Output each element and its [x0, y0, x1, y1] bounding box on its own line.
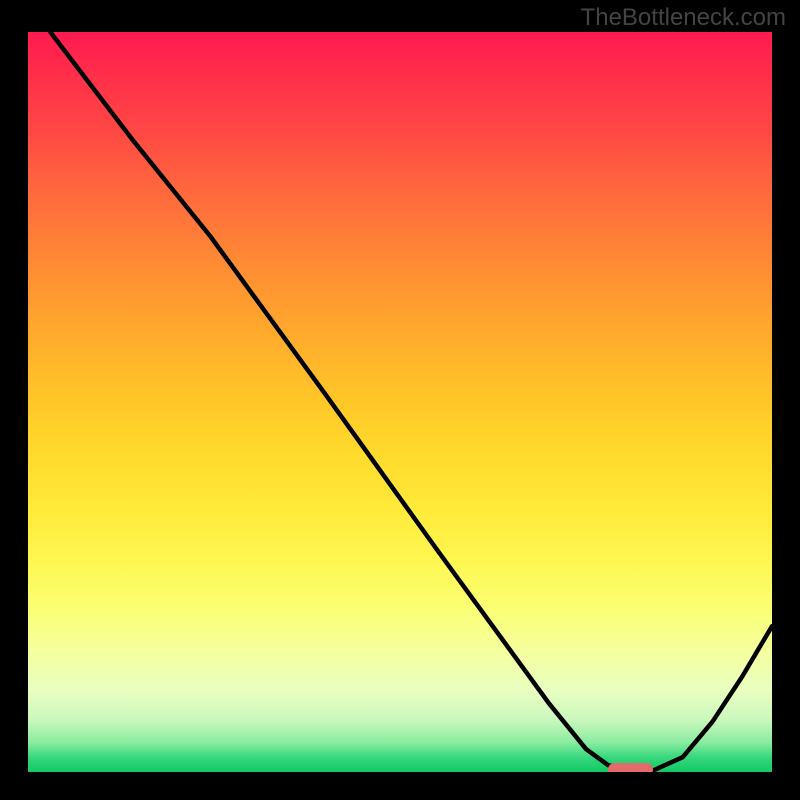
plot-area — [28, 32, 772, 772]
chart-container: TheBottleneck.com — [0, 0, 800, 800]
optimal-range-marker — [608, 763, 653, 772]
bottleneck-curve — [28, 32, 772, 772]
watermark-text: TheBottleneck.com — [581, 4, 786, 32]
